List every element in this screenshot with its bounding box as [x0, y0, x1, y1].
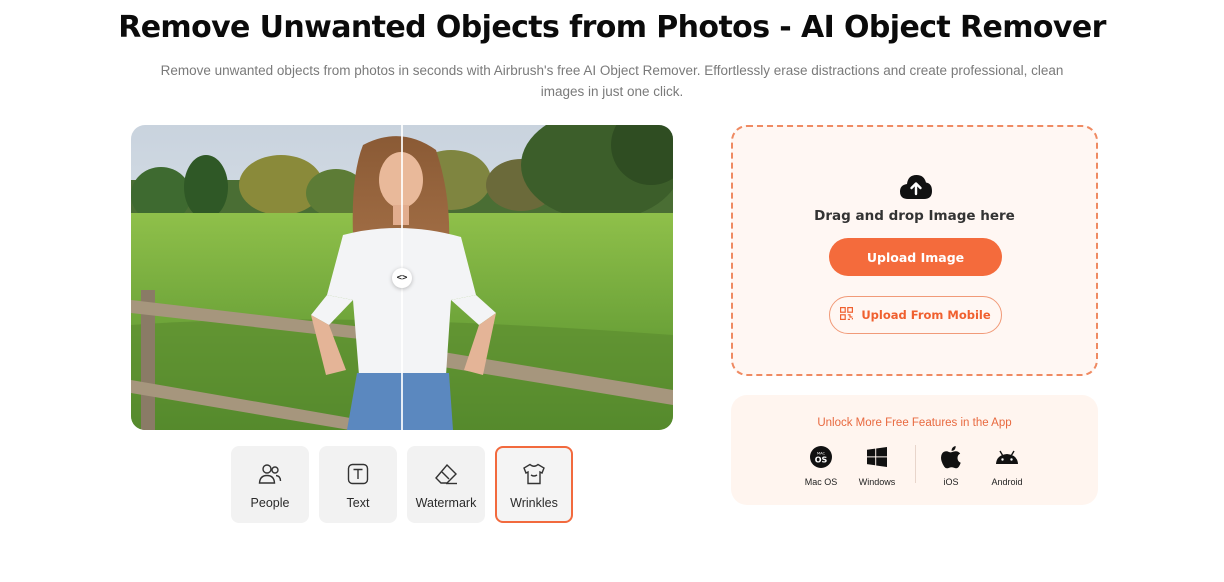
upload-image-button[interactable]: Upload Image — [829, 238, 1002, 276]
drag-drop-label: Drag and drop Image here — [814, 208, 1015, 224]
page-title: Remove Unwanted Objects from Photos - AI… — [118, 10, 1106, 45]
platform-windows[interactable]: Windows — [847, 445, 907, 487]
platform-separator — [915, 445, 916, 483]
platform-label: Android — [991, 477, 1023, 487]
platform-android[interactable]: Android — [977, 445, 1037, 487]
category-text[interactable]: Text — [319, 446, 397, 523]
apple-icon — [921, 445, 981, 469]
people-icon — [257, 461, 283, 487]
qr-code-icon — [840, 307, 854, 323]
category-label: Text — [346, 496, 370, 510]
platform-label: iOS — [943, 477, 959, 487]
windows-icon — [847, 445, 907, 469]
cloud-upload-icon — [899, 173, 933, 201]
compare-slider-handle[interactable]: <> — [392, 268, 412, 288]
removal-category-list: People Text Watermark Wrinkles — [231, 446, 573, 523]
upload-from-mobile-button[interactable]: Upload From Mobile — [829, 296, 1002, 334]
app-panel-title: Unlock More Free Features in the App — [817, 417, 1012, 429]
shirt-icon — [521, 461, 547, 487]
category-label: Watermark — [415, 496, 477, 510]
platform-label: Mac OS — [804, 477, 838, 487]
platform-ios[interactable]: iOS — [921, 445, 981, 487]
app-download-panel: Unlock More Free Features in the App MAC… — [731, 395, 1098, 505]
category-watermark[interactable]: Watermark — [407, 446, 485, 523]
category-people[interactable]: People — [231, 446, 309, 523]
macos-icon: MAC OS — [791, 445, 851, 469]
platform-macos[interactable]: MAC OS Mac OS — [791, 445, 851, 487]
svg-text:OS: OS — [815, 456, 828, 465]
android-icon — [977, 445, 1037, 469]
image-drop-zone[interactable]: Drag and drop Image here Upload Image Up… — [731, 125, 1098, 376]
before-after-preview[interactable]: <> — [131, 125, 673, 430]
eraser-icon — [433, 461, 459, 487]
category-label: People — [250, 496, 290, 510]
page-subtitle: Remove unwanted objects from photos in s… — [160, 63, 1064, 99]
category-wrinkles[interactable]: Wrinkles — [495, 446, 573, 523]
platform-label: Windows — [858, 477, 896, 487]
upload-from-mobile-label: Upload From Mobile — [861, 308, 991, 322]
category-label: Wrinkles — [510, 496, 558, 510]
text-icon — [345, 461, 371, 487]
